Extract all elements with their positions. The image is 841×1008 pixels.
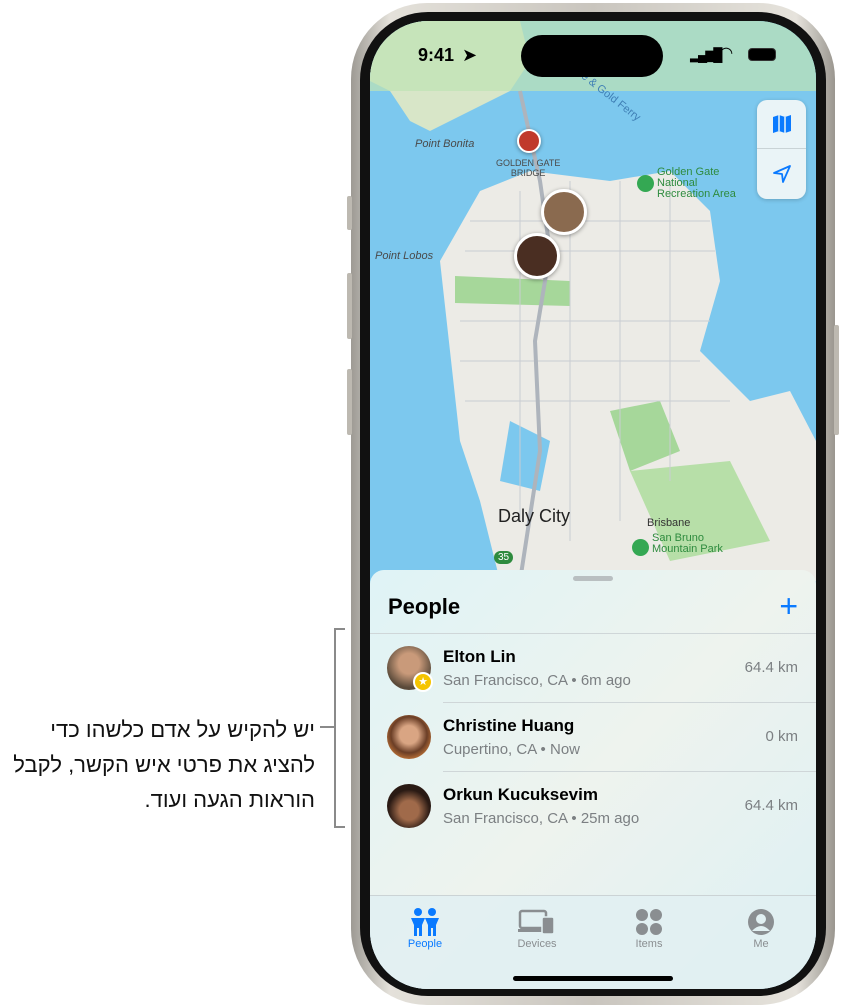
avatar — [387, 784, 431, 828]
devices-icon — [518, 909, 555, 935]
person-distance: 0 km — [765, 728, 798, 745]
person-location: San Francisco, CA • 25m ago — [443, 810, 640, 827]
person-location: Cupertino, CA • Now — [443, 741, 580, 758]
map-label: San Bruno Mountain Park — [652, 532, 723, 555]
map-icon — [772, 115, 791, 133]
map-label: GOLDEN GATE BRIDGE — [496, 158, 561, 178]
add-person-button[interactable]: + — [779, 590, 798, 622]
tab-me[interactable]: Me — [716, 896, 806, 950]
favorite-star-icon: ★ — [413, 672, 433, 692]
avatar — [387, 715, 431, 759]
map-controls — [757, 100, 806, 199]
action-button — [347, 196, 352, 230]
person-circle-icon — [748, 909, 774, 935]
tab-devices[interactable]: Devices — [492, 896, 582, 950]
home-indicator[interactable] — [513, 976, 673, 981]
golden-gate-bridge-icon[interactable] — [517, 129, 541, 153]
map-label: Brisbane — [647, 517, 691, 529]
person-location: San Francisco, CA • 6m ago — [443, 672, 631, 689]
battery-icon — [748, 48, 776, 61]
avatar-pin-orkun[interactable] — [514, 233, 560, 279]
map[interactable] — [370, 21, 816, 581]
tab-label: Devices — [517, 938, 557, 950]
sheet-grabber[interactable] — [573, 576, 613, 581]
tab-label: Items — [635, 938, 663, 950]
park-icon — [632, 539, 649, 556]
tab-people[interactable]: People — [380, 896, 470, 950]
tab-items[interactable]: Items — [604, 896, 694, 950]
tab-label: Me — [753, 938, 769, 950]
items-icon — [636, 909, 662, 935]
volume-down-button — [347, 369, 352, 435]
callout-leader — [320, 726, 334, 728]
sheet-title: People — [388, 594, 461, 619]
person-row[interactable]: ★ Elton Lin San Francisco, CA • 6m ago 6… — [370, 634, 816, 703]
person-name: Orkun Kucuksevim — [443, 785, 598, 804]
person-name: Christine Huang — [443, 716, 575, 735]
avatar-pin-elton[interactable] — [541, 189, 587, 235]
plus-icon: + — [779, 588, 798, 624]
map-label: Daly City — [498, 506, 571, 526]
location-arrow-icon — [772, 164, 791, 183]
tab-bar: People Devices Items Me — [370, 895, 816, 989]
map-label: Point Bonita — [415, 138, 475, 150]
location-services-icon: ➤ — [462, 45, 478, 65]
map-mode-button[interactable] — [757, 100, 806, 149]
highway-shield: 35 — [494, 551, 514, 564]
iphone-frame: 9:41 ➤ ▂▄▆█ ◠ Point Bonita GOLDEN GATE BR… — [347, 3, 839, 1005]
map-label: Point Lobos — [375, 250, 434, 262]
map-label: Golden Gate National Recreation Area — [657, 166, 736, 200]
park-icon — [637, 175, 654, 192]
side-button — [834, 325, 839, 435]
person-row[interactable]: Orkun Kucuksevim San Francisco, CA • 25m… — [370, 772, 816, 841]
screen: 9:41 ➤ ▂▄▆█ ◠ Point Bonita GOLDEN GATE BR… — [370, 21, 816, 989]
signal-icon: ▂▄▆█ — [690, 47, 722, 62]
callout-text: יש להקיש על אדם כלשהו כדי להציג את פרטי … — [13, 717, 315, 812]
current-location-button[interactable] — [757, 149, 806, 198]
dynamic-island — [521, 35, 663, 77]
person-distance: 64.4 km — [744, 797, 798, 814]
people-icon — [411, 908, 439, 936]
person-row[interactable]: Christine Huang Cupertino, CA • Now 0 km — [370, 703, 816, 772]
wifi-icon: ◠ — [720, 45, 733, 62]
callout-bracket — [334, 628, 345, 828]
person-distance: 64.4 km — [744, 659, 798, 676]
volume-up-button — [347, 273, 352, 339]
status-time: 9:41 — [418, 45, 455, 65]
person-name: Elton Lin — [443, 647, 516, 666]
status-bar: 9:41 ➤ ▂▄▆█ ◠ — [370, 21, 816, 91]
tab-label: People — [407, 938, 443, 950]
